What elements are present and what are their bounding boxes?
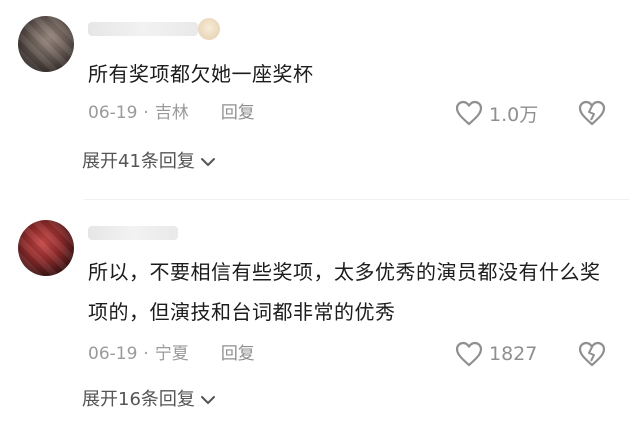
like-button[interactable]: 1.0万	[455, 99, 538, 127]
avatar[interactable]	[18, 16, 74, 72]
expand-replies-button[interactable]: 展开16条回复	[82, 387, 217, 413]
expand-replies-label: 展开41条回复	[82, 151, 195, 172]
nickname-blurred[interactable]	[88, 226, 178, 240]
comment-meta: 06-19 · 宁夏 回复	[88, 341, 255, 367]
chevron-down-icon	[200, 396, 215, 404]
heart-icon	[455, 341, 483, 367]
reply-button[interactable]: 回复	[221, 344, 255, 364]
comment-item: 所以，不要相信有些奖项，太多优秀的演员都没有什么奖项的，但演技和台词都非常的优秀…	[0, 200, 629, 428]
comment-location: 吉林	[154, 103, 189, 123]
comment-date: 06-19	[88, 344, 138, 364]
avatar-blur	[18, 16, 74, 72]
reply-button[interactable]: 回复	[221, 103, 255, 123]
meta-separator: ·	[143, 344, 149, 364]
comment-text: 所有奖项都欠她一座奖杯	[88, 62, 314, 86]
like-count: 1827	[489, 343, 538, 365]
expand-replies-button[interactable]: 展开41条回复	[82, 149, 217, 175]
like-count: 1.0万	[489, 103, 539, 126]
broken-heart-icon[interactable]	[578, 340, 606, 368]
comment-meta: 06-19 · 吉林 回复	[88, 100, 255, 126]
nickname-blurred[interactable]	[88, 22, 198, 36]
broken-heart-icon[interactable]	[578, 99, 606, 127]
comment-text: 所以，不要相信有些奖项，太多优秀的演员都没有什么奖项的，但演技和台词都非常的优秀	[88, 260, 601, 324]
like-button[interactable]: 1827	[455, 340, 537, 368]
meta-separator: ·	[143, 103, 149, 123]
avatar[interactable]	[18, 220, 74, 276]
heart-icon	[455, 100, 483, 126]
comment-item: 所有奖项都欠她一座奖杯 06-19 · 吉林 回复 1.0万 展开41条回复	[0, 0, 629, 200]
expand-replies-label: 展开16条回复	[82, 389, 195, 410]
comment-date: 06-19	[88, 103, 138, 123]
emoji-badge-icon	[198, 18, 220, 40]
chevron-down-icon	[200, 158, 215, 166]
avatar-blur	[18, 220, 74, 276]
comment-location: 宁夏	[154, 344, 189, 364]
